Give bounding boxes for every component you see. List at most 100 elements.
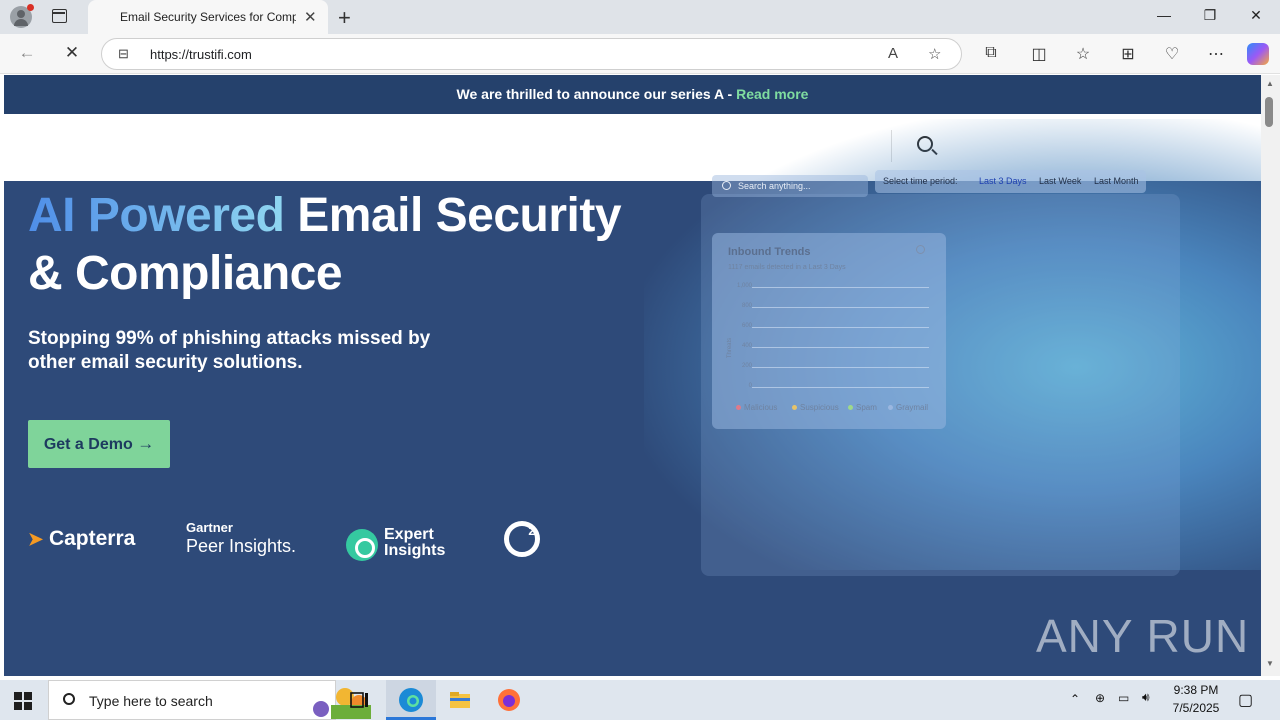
trend-card-title: Inbound Trends	[728, 246, 811, 258]
peer-insights-label: Peer Insights.	[186, 536, 297, 556]
expert-insights-logo[interactable]: Expert Insights	[384, 527, 445, 559]
close-window-button[interactable]: ✕	[1244, 7, 1268, 24]
y-tick: 400	[741, 343, 752, 349]
capterra-logo[interactable]: ➤ Capterra	[28, 527, 135, 551]
legend-dot	[848, 405, 853, 410]
restore-button[interactable]: ❐	[1198, 7, 1222, 24]
period-option-month: Last Month	[1094, 176, 1139, 186]
windows-start-icon[interactable]	[14, 692, 32, 710]
tab-actions-icon[interactable]	[52, 9, 67, 23]
watermark-text: ANY RUN	[1036, 610, 1250, 662]
browser-essentials-icon[interactable]: ♡	[1161, 44, 1183, 64]
taskbar-search-placeholder: Type here to search	[89, 693, 213, 709]
split-screen-icon[interactable]: ◫	[1028, 44, 1050, 64]
grid-line	[752, 367, 929, 368]
back-arrow-icon[interactable]: ←	[16, 43, 38, 63]
grid-line	[752, 387, 929, 388]
get-demo-label: Get a Demo	[43, 436, 133, 453]
gartner-label: Gartner	[186, 520, 233, 535]
y-tick: 200	[741, 363, 752, 369]
announcement-bar: We are thrilled to announce our series A…	[4, 75, 1261, 114]
edge-icon	[399, 688, 423, 712]
read-aloud-icon[interactable]: A	[888, 45, 898, 62]
refresh-icon	[916, 245, 925, 254]
page-scrollbar[interactable]: ▲ ▼	[1261, 75, 1280, 676]
legend-malicious: Malicious	[736, 403, 777, 412]
period-option-3days: Last 3 Days	[979, 176, 1027, 186]
file-explorer-icon[interactable]	[448, 688, 472, 712]
legend-graymail: Graymail	[888, 403, 928, 412]
browser-toolbar: ← ✕ ⊟ https://trustifi.com A ☆ ⧉ ◫ ☆ ⊞ ♡…	[0, 34, 1280, 74]
dashboard-search-icon	[722, 181, 731, 190]
tray-chevron-icon[interactable]: ⌃	[1070, 692, 1080, 706]
time-period-selector: Select time period: Last 3 Days Last Wee…	[875, 170, 1146, 193]
y-tick: 1,000	[736, 283, 752, 289]
site-info-icon[interactable]: ⊟	[118, 46, 129, 62]
legend-dot	[792, 405, 797, 410]
taskbar-search-box[interactable]: Type here to search	[48, 680, 371, 720]
y-tick: 0	[748, 383, 752, 389]
legend-spam: Spam	[848, 403, 877, 412]
capterra-mark-icon: ➤	[28, 529, 44, 549]
period-label: Select time period:	[883, 176, 958, 186]
g2-logo-icon[interactable]: 2	[504, 521, 540, 557]
new-tab-button[interactable]: +	[338, 5, 351, 31]
browser-tab-strip: Email Security Services for Compa ✕ + — …	[0, 0, 1280, 34]
legend-dot	[736, 405, 741, 410]
anyrun-watermark: ANY RUN	[1036, 609, 1249, 663]
period-option-week: Last Week	[1039, 176, 1082, 186]
favorites-icon[interactable]: ☆	[1072, 44, 1094, 64]
copilot-icon[interactable]	[1247, 43, 1269, 65]
web-page: We are thrilled to announce our series A…	[4, 75, 1261, 676]
arrow-right-icon: →	[137, 434, 155, 453]
clock-date[interactable]: 7/5/2025	[1164, 701, 1228, 715]
expert-insights-icon	[346, 529, 378, 561]
tray-device-icon[interactable]: ⊕	[1095, 691, 1105, 705]
favorite-star-icon[interactable]: ☆	[928, 45, 941, 63]
read-more-link[interactable]: Read more	[736, 86, 808, 102]
firefox-icon[interactable]	[497, 688, 521, 712]
dashboard-search-input: Search anything...	[712, 175, 868, 197]
tab-title: Email Security Services for Compa	[120, 10, 296, 24]
grid-line	[752, 307, 929, 308]
extensions-icon[interactable]: ⧉	[980, 44, 1002, 62]
headline-accent: AI Powered	[28, 189, 285, 242]
grid-line	[752, 347, 929, 348]
url-text[interactable]: https://trustifi.com	[150, 47, 252, 62]
task-view-icon[interactable]	[348, 688, 372, 712]
volume-icon[interactable]: 🔊︎	[1142, 690, 1150, 705]
address-bar[interactable]: ⊟ https://trustifi.com A ☆	[101, 38, 962, 70]
scroll-thumb[interactable]	[1265, 97, 1273, 127]
clock-time[interactable]: 9:38 PM	[1164, 683, 1228, 697]
browser-tab-active[interactable]: Email Security Services for Compa ✕	[88, 0, 328, 34]
stop-loading-icon[interactable]: ✕	[61, 43, 83, 63]
taskbar-search-icon	[63, 693, 75, 705]
scroll-up-icon[interactable]: ▲	[1266, 79, 1274, 88]
tab-close-icon[interactable]: ✕	[304, 8, 317, 26]
grid-line	[752, 327, 929, 328]
y-tick: 600	[741, 323, 752, 329]
windows-taskbar: Type here to search ⌃ ⊕ ▭ 🔊︎ 9:38 PM 7/5…	[0, 680, 1280, 720]
legend-dot	[888, 405, 893, 410]
dashboard-search-placeholder: Search anything...	[738, 181, 811, 191]
gartner-logo[interactable]: Gartner Peer Insights.	[186, 521, 296, 557]
settings-more-icon[interactable]: ⋯	[1205, 44, 1227, 64]
capterra-label: Capterra	[48, 527, 136, 550]
expert-label: Expert	[384, 526, 434, 543]
grid-line	[752, 287, 929, 288]
trend-card-subtitle: 1117 emails detected in a Last 3 Days	[728, 264, 846, 271]
hero-subheadline: Stopping 99% of phishing attacks missed …	[28, 328, 431, 373]
inbound-trends-card: Inbound Trends 1117 emails detected in a…	[712, 233, 946, 429]
hero-headline: AI Powered Email Security & Compliance	[28, 187, 648, 303]
minimize-button[interactable]: —	[1152, 7, 1176, 23]
y-tick: 800	[741, 303, 752, 309]
announcement-text: We are thrilled to announce our series A…	[456, 86, 737, 102]
edge-taskbar-button[interactable]	[386, 680, 436, 720]
collections-icon[interactable]: ⊞	[1117, 44, 1139, 64]
profile-avatar-icon[interactable]	[10, 4, 34, 28]
scroll-down-icon[interactable]: ▼	[1266, 659, 1274, 668]
get-demo-button[interactable]: Get a Demo →	[28, 420, 170, 468]
notifications-icon[interactable]: ▢	[1238, 690, 1253, 710]
network-icon[interactable]: ▭	[1118, 691, 1129, 705]
legend-suspicious: Suspicious	[792, 403, 839, 412]
